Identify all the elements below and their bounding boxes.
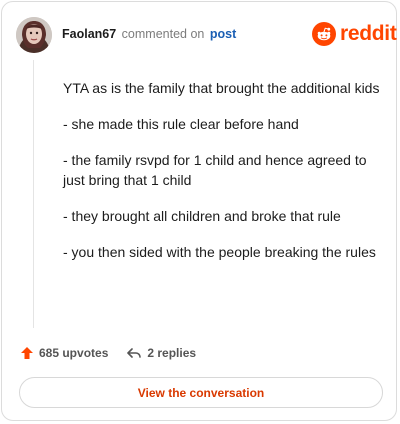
avatar[interactable] xyxy=(16,17,52,53)
comment-paragraph: - she made this rule clear before hand xyxy=(63,116,299,132)
view-conversation-button[interactable]: View the conversation xyxy=(19,377,383,408)
reddit-brand[interactable]: reddit xyxy=(312,21,397,47)
comment-paragraph: - they brought all children and broke th… xyxy=(63,208,341,224)
comment-body: YTA as is the family that brought the ad… xyxy=(63,78,383,278)
reply-stat[interactable]: 2 replies xyxy=(126,346,196,360)
reddit-alien-icon xyxy=(312,22,336,46)
upvote-count: 685 upvotes xyxy=(39,346,109,360)
username-link[interactable]: Faolan67 xyxy=(62,27,116,41)
comment-paragraph: - you then sided with the people breakin… xyxy=(63,244,376,260)
comment-header: Faolan67 commented on post xyxy=(62,26,236,42)
embedded-comment-card: Faolan67 commented on post reddit YTA as… xyxy=(1,1,397,421)
comment-paragraph: YTA as is the family that brought the ad… xyxy=(63,80,380,96)
upvote-arrow-icon xyxy=(21,347,33,359)
comment-meta-text: commented on xyxy=(121,27,205,41)
comment-paragraph: - the family rsvpd for 1 child and hence… xyxy=(63,152,367,188)
reddit-wordmark: reddit xyxy=(340,22,397,45)
comment-stats: 685 upvotes 2 replies xyxy=(20,343,196,363)
reply-count: 2 replies xyxy=(147,346,197,360)
reply-arrow-icon xyxy=(127,348,142,358)
upvote-stat[interactable]: 685 upvotes xyxy=(20,346,108,360)
user-avatar-icon xyxy=(16,17,52,53)
thread-line xyxy=(33,60,34,328)
post-link[interactable]: post xyxy=(210,27,236,41)
